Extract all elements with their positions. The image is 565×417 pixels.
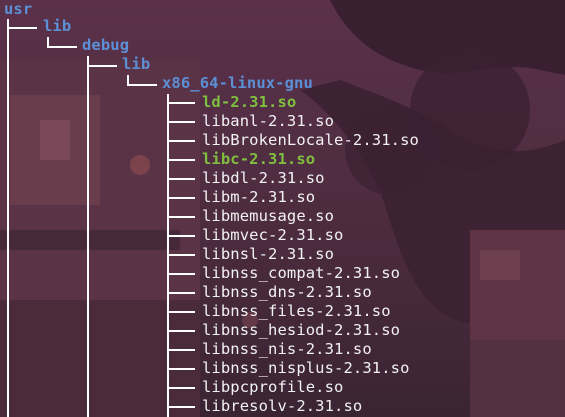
- file-entry[interactable]: libBrokenLocale-2.31.so: [202, 131, 419, 150]
- connector-line: [167, 178, 195, 180]
- file-entry[interactable]: libm-2.31.so: [202, 188, 315, 207]
- connector-line: [167, 235, 195, 237]
- dir-lib-debug[interactable]: lib: [122, 55, 150, 74]
- file-entry[interactable]: libnss_nis-2.31.so: [202, 340, 372, 359]
- connector-line: [167, 273, 195, 275]
- connector-line: [7, 27, 37, 29]
- connector-line: [127, 84, 157, 86]
- connector-line: [167, 140, 195, 142]
- connector-line: [167, 254, 195, 256]
- file-entry[interactable]: libnss_compat-2.31.so: [202, 264, 400, 283]
- connector-line: [47, 46, 77, 48]
- file-entry[interactable]: libmvec-2.31.so: [202, 226, 343, 245]
- connector-line: [167, 159, 195, 161]
- connector-line: [167, 387, 195, 389]
- connector-line: [167, 292, 195, 294]
- file-entry[interactable]: libnss_nisplus-2.31.so: [202, 359, 410, 378]
- connector-line: [167, 216, 195, 218]
- file-entry[interactable]: libnss_hesiod-2.31.so: [202, 321, 400, 340]
- file-entry[interactable]: libpcprofile.so: [202, 378, 343, 397]
- connector-line: [167, 406, 195, 408]
- file-entry[interactable]: libnss_dns-2.31.so: [202, 283, 372, 302]
- file-entry[interactable]: libdl-2.31.so: [202, 169, 325, 188]
- directory-tree: usr lib debug lib x86_64-linux-gnu ld-2.…: [0, 0, 565, 417]
- file-entry[interactable]: libnsl-2.31.so: [202, 245, 334, 264]
- connector-line: [7, 19, 9, 417]
- connector-line: [167, 368, 195, 370]
- file-entry[interactable]: libnss_files-2.31.so: [202, 302, 391, 321]
- connector-line: [167, 121, 195, 123]
- file-entry[interactable]: libresolv-2.31.so: [202, 397, 362, 416]
- connector-line: [167, 311, 195, 313]
- file-entry[interactable]: libmemusage.so: [202, 207, 334, 226]
- connector-line: [87, 56, 89, 417]
- connector-line: [167, 102, 195, 104]
- connector-line: [167, 349, 195, 351]
- file-entry[interactable]: libc-2.31.so: [202, 150, 315, 169]
- file-entry[interactable]: libanl-2.31.so: [202, 112, 334, 131]
- dir-x86_64-linux-gnu[interactable]: x86_64-linux-gnu: [162, 74, 313, 93]
- dir-usr[interactable]: usr: [4, 0, 32, 19]
- file-entry[interactable]: ld-2.31.so: [202, 93, 296, 112]
- dir-debug[interactable]: debug: [82, 36, 129, 55]
- connector-line: [167, 197, 195, 199]
- dir-lib[interactable]: lib: [43, 17, 71, 36]
- connector-line: [87, 65, 117, 67]
- connector-line: [167, 330, 195, 332]
